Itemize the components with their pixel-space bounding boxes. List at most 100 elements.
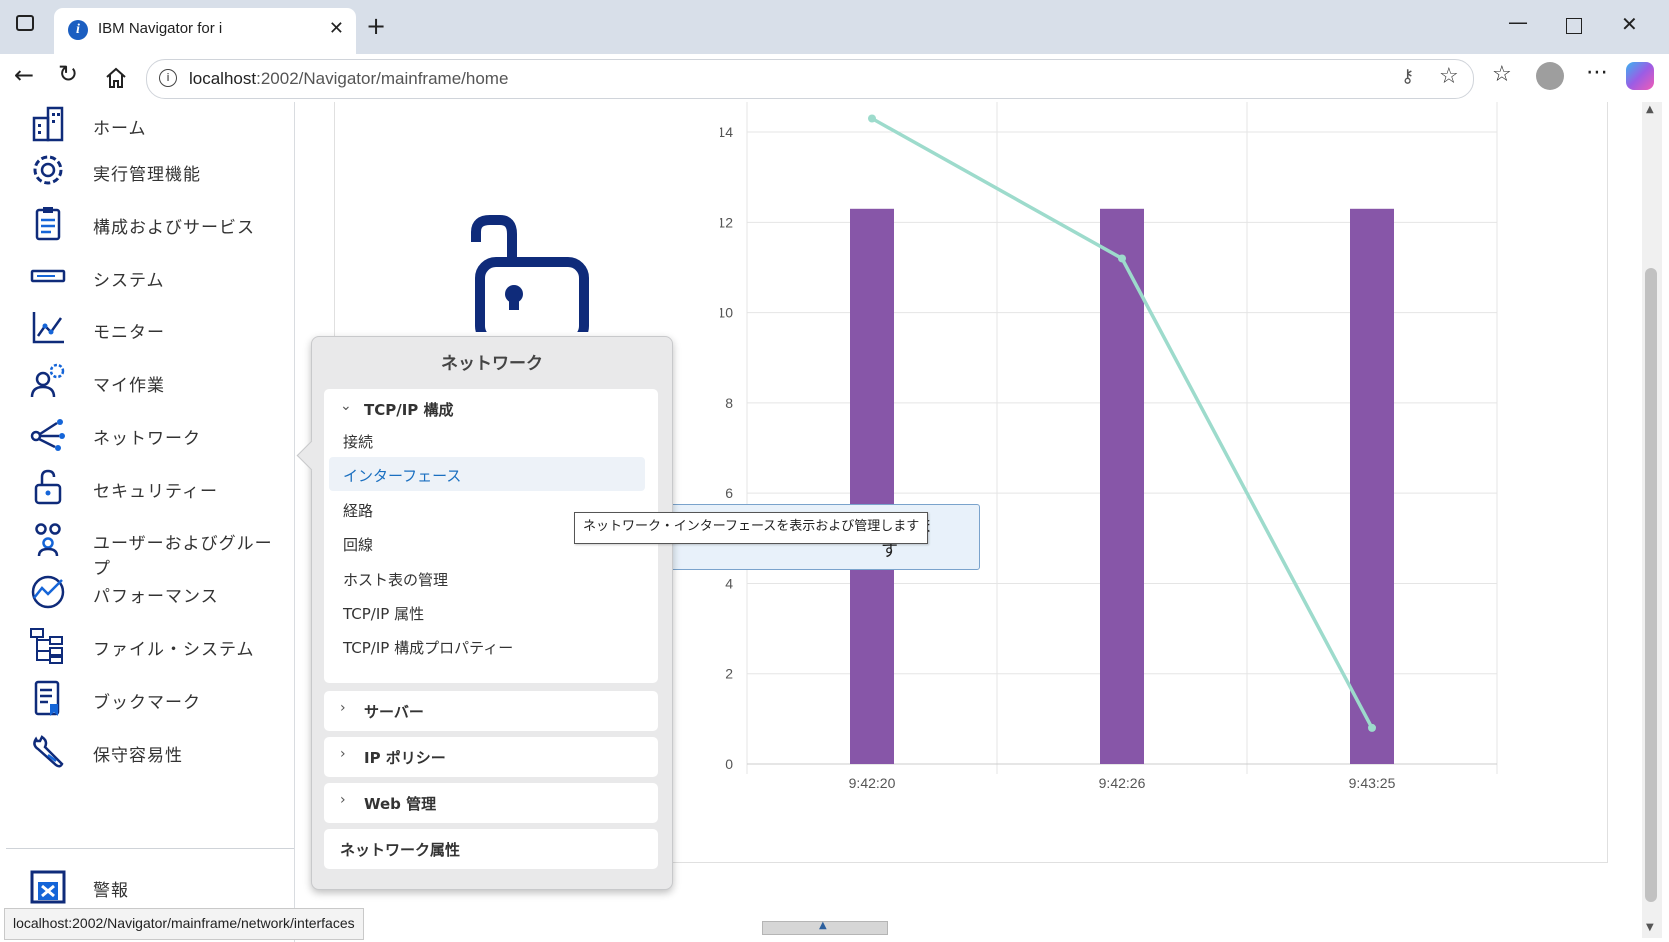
network-attributes-item[interactable]: ネットワーク属性 (324, 829, 658, 869)
x-tick-label: 9:43:25 (1349, 775, 1396, 791)
lock-icon (34, 469, 62, 505)
sidebar-item-building[interactable]: ホーム (28, 102, 288, 148)
tcpip-menu-item[interactable]: TCP/IP 属性 (329, 595, 645, 629)
tcpip-menu-item[interactable]: ホスト表の管理 (329, 561, 645, 595)
sidebar-item-alerts[interactable]: 警報 (28, 864, 288, 910)
sidebar-item-label: パフォーマンス (93, 587, 219, 607)
browser-tab[interactable]: i IBM Navigator for i ✕ (54, 8, 356, 54)
sidebar-item-wrench[interactable]: 保守容易性 (28, 729, 288, 775)
y-tick-label: 6 (725, 485, 733, 501)
chart-line-point (1118, 254, 1126, 263)
y-tick-label: 8 (725, 395, 733, 411)
home-icon[interactable] (104, 66, 128, 90)
sidebar-item-label: ホーム (93, 119, 147, 139)
back-icon[interactable]: ← (14, 61, 34, 89)
sidebar-item-network[interactable]: ネットワーク (28, 412, 288, 458)
gear-icon (33, 155, 63, 185)
y-tick-label: 0 (725, 756, 733, 772)
sidebar: ホーム実行管理機能構成およびサービスシステムモニターマイ作業ネットワーク セキュリ… (6, 102, 295, 942)
users-icon (35, 523, 61, 557)
sidebar-item-line-chart[interactable]: モニター (28, 306, 288, 352)
sidebar-item-server[interactable]: システム (28, 254, 288, 300)
sidebar-item-label: 構成およびサービス (93, 218, 255, 238)
y-tick-label: 10 (720, 305, 733, 321)
sidebar-item-label: モニター (93, 323, 165, 343)
chevron-right-icon: › (340, 792, 346, 808)
user-gear-icon (30, 363, 65, 398)
close-window-icon[interactable]: ✕ (1621, 12, 1638, 36)
tcpip-menu-item-label: TCP/IP 構成プロパティー (343, 639, 514, 658)
cpu-usage-chart: 02468101214 9:42:209:42:269:43:25 CPU 使用… (720, 102, 1498, 791)
sidebar-item-users[interactable]: ユーザーおよびグループ (28, 517, 288, 579)
chart-line-point (868, 114, 876, 123)
chart-x-ticks: 9:42:20 9:42:26 9:43:25 (849, 775, 1396, 791)
key-icon[interactable]: ⚷ (1401, 66, 1414, 87)
chart-line-point (1368, 723, 1376, 732)
sidebar-item-folder-tree[interactable]: ファイル・システム (28, 623, 288, 669)
sidebar-item-label: ネットワーク (93, 429, 201, 449)
site-info-icon[interactable]: i (159, 69, 177, 87)
network-icon (30, 419, 65, 451)
tcpip-menu-item-label: インターフェース (343, 467, 462, 486)
more-menu-icon[interactable]: ⋯ (1586, 60, 1608, 85)
sidebar-item-label: ブックマーク (93, 693, 201, 713)
folder-tree-icon (30, 628, 63, 664)
sidebar-item-label: 警報 (93, 881, 129, 901)
tcpip-menu-item-label: 接続 (343, 433, 374, 451)
section-header-servers: サーバー (364, 703, 424, 721)
profile-avatar-icon[interactable] (1536, 62, 1564, 90)
new-tab-icon[interactable]: + (366, 12, 386, 40)
network-popover-menu: ネットワーク ⌄ TCP/IP 構成 接続 インターフェース 経路 回線 ホスト表の管理… (296, 336, 673, 890)
sidebar-item-label: セキュリティー (93, 482, 218, 502)
performance-icon (31, 575, 65, 609)
minimize-icon[interactable]: — (1508, 10, 1528, 34)
native-tooltip: ネットワーク・インターフェースを表示および管理します (574, 512, 929, 544)
chart-y-ticks: 0 2 4 6 8 10 12 14 (720, 124, 733, 772)
sidebar-item-lock[interactable]: セキュリティー (28, 465, 288, 511)
tab-title: IBM Navigator for i (98, 20, 223, 37)
browser-tab-bar: i IBM Navigator for i ✕ + — ✕ (0, 0, 1669, 54)
reload-icon[interactable]: ↻ (58, 60, 78, 88)
tcpip-menu-item-label: 回線 (343, 536, 374, 555)
horizontal-scroll-handle[interactable]: ▲ (762, 920, 888, 935)
chevron-down-icon[interactable]: ⌄ (340, 398, 352, 414)
alert-icon (30, 870, 66, 904)
section-header-ip-policy: IP ポリシー (364, 749, 446, 767)
vertical-scroll-thumb[interactable] (1645, 268, 1657, 902)
section-servers[interactable]: › サーバー (324, 691, 658, 731)
sidebar-item-performance[interactable]: パフォーマンス (28, 570, 288, 616)
sidebar-item-clipboard[interactable]: 構成およびサービス (28, 201, 288, 247)
building-icon (32, 106, 64, 142)
section-header-tcpip[interactable]: TCP/IP 構成 (364, 399, 454, 420)
tcpip-menu-item-label: TCP/IP 属性 (343, 605, 425, 623)
chart-bars (850, 208, 1394, 765)
tcpip-menu-item[interactable]: TCP/IP 構成プロパティー (329, 629, 645, 663)
y-tick-label: 14 (720, 124, 733, 140)
sidebar-item-user-gear[interactable]: マイ作業 (28, 359, 288, 405)
copilot-icon[interactable] (1626, 62, 1654, 90)
tab-actions-icon[interactable] (16, 15, 34, 31)
url-path: :2002/Navigator/mainframe/home (256, 69, 509, 88)
chevron-right-icon: › (340, 700, 346, 716)
y-tick-label: 4 (725, 575, 733, 591)
line-chart-icon (32, 312, 64, 344)
y-tick-label: 2 (725, 666, 733, 682)
favorites-list-icon[interactable]: ☆ (1492, 62, 1512, 87)
chevron-up-icon: ▲ (819, 920, 827, 931)
scroll-down-icon[interactable]: ▼ (1646, 922, 1654, 933)
sidebar-item-label: 実行管理機能 (93, 165, 201, 185)
tcpip-menu-item[interactable]: インターフェース (329, 457, 645, 492)
close-tab-icon[interactable]: ✕ (329, 18, 344, 39)
status-bar-url: localhost:2002/Navigator/mainframe/netwo… (4, 908, 364, 940)
sidebar-item-gear[interactable]: 実行管理機能 (28, 148, 288, 194)
chart-bar (1350, 208, 1394, 765)
maximize-icon[interactable] (1566, 18, 1582, 34)
address-bar[interactable]: i localhost:2002/Navigator/mainframe/hom… (146, 59, 1474, 99)
favorite-star-icon[interactable]: ☆ (1439, 64, 1459, 89)
section-ip-policy[interactable]: › IP ポリシー (324, 737, 658, 777)
tcpip-menu-item[interactable]: 接続 (329, 423, 645, 457)
scroll-up-icon[interactable]: ▲ (1646, 104, 1654, 115)
sidebar-item-bookmark[interactable]: ブックマーク (28, 676, 288, 722)
network-attributes-label: ネットワーク属性 (340, 841, 461, 859)
section-web-admin[interactable]: › Web 管理 (324, 783, 658, 823)
